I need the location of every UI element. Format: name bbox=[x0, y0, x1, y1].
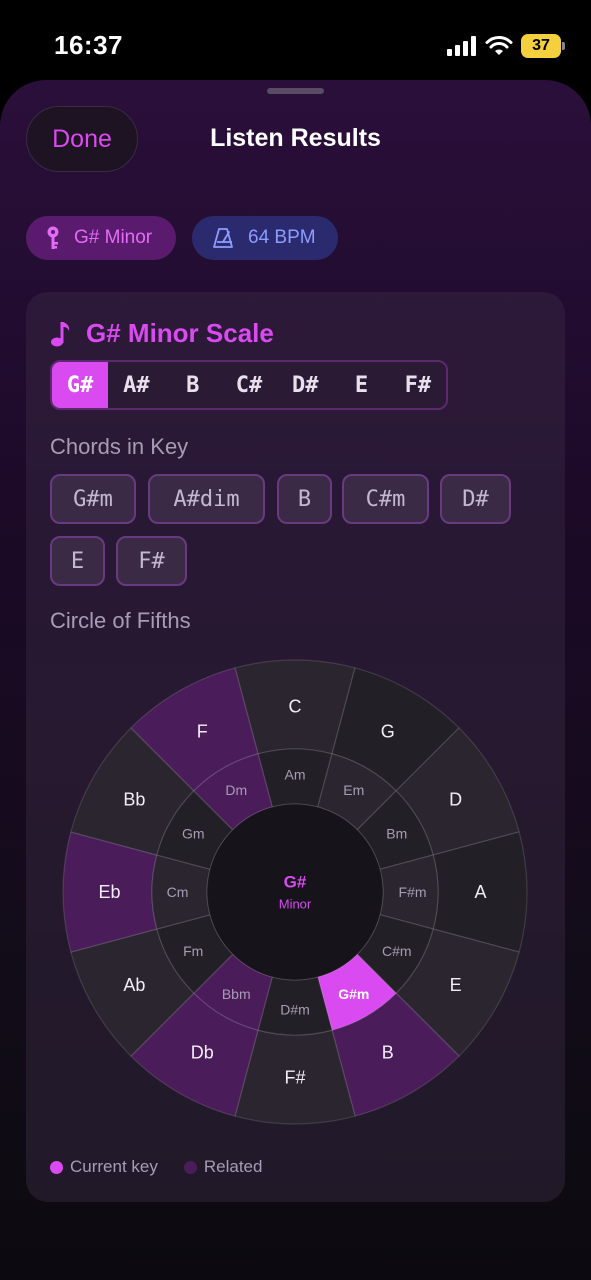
legend-current-label: Current key bbox=[70, 1157, 158, 1176]
chord-f-sharp[interactable]: F# bbox=[116, 536, 187, 586]
outer-label-g: G bbox=[381, 721, 395, 741]
chords-section-label: Chords in Key bbox=[50, 434, 189, 459]
legend-related-label: Related bbox=[203, 1157, 263, 1176]
outer-label-eb: Eb bbox=[98, 882, 120, 902]
bpm-badge-label: 64 BPM bbox=[248, 227, 316, 248]
inner-label-g-sharpm: G#m bbox=[338, 986, 369, 1002]
outer-label-f: F bbox=[197, 721, 208, 741]
chord-e[interactable]: E bbox=[50, 536, 105, 586]
scale-header: G# Minor Scale bbox=[50, 318, 274, 349]
inner-label-cm: Cm bbox=[167, 884, 189, 900]
chord-a-sharp-dim[interactable]: A#dim bbox=[148, 474, 265, 524]
results-sheet: Done Listen Results G# Minor 64 BPM G# M… bbox=[0, 80, 591, 1280]
inner-label-gm: Gm bbox=[182, 825, 205, 841]
current-key-dot bbox=[50, 1160, 63, 1174]
key-badge: G# Minor bbox=[26, 216, 176, 260]
center-mode-label: Minor bbox=[279, 897, 312, 912]
outer-label-db: Db bbox=[191, 1043, 214, 1063]
metronome-icon bbox=[213, 228, 233, 248]
outer-label-c: C bbox=[289, 697, 302, 717]
circle-section-label: Circle of Fifths bbox=[50, 608, 191, 633]
chord-d-sharp[interactable]: D# bbox=[440, 474, 511, 524]
bpm-badge: 64 BPM bbox=[192, 216, 338, 260]
music-note-icon bbox=[51, 321, 70, 346]
sheet-grabber[interactable] bbox=[267, 88, 324, 94]
note-c-sharp[interactable]: C# bbox=[221, 362, 277, 408]
inner-label-fm: Fm bbox=[183, 943, 203, 959]
note-g-sharp[interactable]: G# bbox=[52, 362, 109, 408]
outer-label-ab: Ab bbox=[123, 975, 145, 995]
inner-label-bm: Bm bbox=[386, 825, 407, 841]
signal-icon bbox=[447, 36, 476, 56]
note-a-sharp[interactable]: A# bbox=[108, 362, 164, 408]
outer-label-e: E bbox=[450, 975, 462, 995]
outer-label-bb: Bb bbox=[123, 789, 145, 809]
note-b[interactable]: B bbox=[165, 362, 221, 408]
inner-label-dm: Dm bbox=[225, 782, 247, 798]
wheel-legend: Current key Related bbox=[50, 1157, 262, 1177]
status-time: 16:37 bbox=[54, 30, 123, 60]
status-bar: 16:37 37 bbox=[0, 0, 591, 80]
battery-icon: 37 bbox=[521, 34, 565, 58]
inner-label-bbm: Bbm bbox=[222, 986, 251, 1002]
outer-label-a: A bbox=[474, 882, 486, 902]
outer-label-b: B bbox=[382, 1043, 394, 1063]
inner-label-em: Em bbox=[343, 782, 364, 798]
chord-g-sharp-minor[interactable]: G#m bbox=[50, 474, 136, 524]
status-icons: 37 bbox=[447, 34, 565, 58]
note-f-sharp[interactable]: F# bbox=[390, 362, 446, 408]
inner-label-d-sharpm: D#m bbox=[280, 1002, 310, 1018]
scale-notes: G# A# B C# D# E F# bbox=[50, 360, 448, 410]
key-badge-label: G# Minor bbox=[74, 227, 153, 248]
key-analysis-card: G# Minor Scale G# A# B C# D# E F# Chords… bbox=[26, 292, 565, 1202]
circle-of-fifths: C G D A E B F# Db Ab Eb Bb F Am Em Bm F#m C#m G#m D#m Bbm Fm… bbox=[62, 659, 528, 1125]
chord-c-sharp-minor[interactable]: C#m bbox=[342, 474, 429, 524]
center-key-label: G# bbox=[284, 873, 307, 892]
inner-label-f-sharpm: F#m bbox=[399, 884, 427, 900]
wifi-icon bbox=[485, 36, 513, 55]
inner-label-am: Am bbox=[285, 767, 306, 783]
note-e[interactable]: E bbox=[333, 362, 389, 408]
chord-b[interactable]: B bbox=[277, 474, 332, 524]
note-d-sharp[interactable]: D# bbox=[277, 362, 333, 408]
outer-label-d: D bbox=[449, 789, 462, 809]
key-icon bbox=[47, 226, 59, 249]
related-dot bbox=[183, 1160, 197, 1174]
inner-label-c-sharpm: C#m bbox=[382, 943, 412, 959]
wheel-center bbox=[206, 803, 384, 981]
scale-title: G# Minor Scale bbox=[86, 318, 274, 348]
page-title: Listen Results bbox=[210, 124, 381, 152]
outer-label-f-sharp: F# bbox=[284, 1068, 305, 1088]
